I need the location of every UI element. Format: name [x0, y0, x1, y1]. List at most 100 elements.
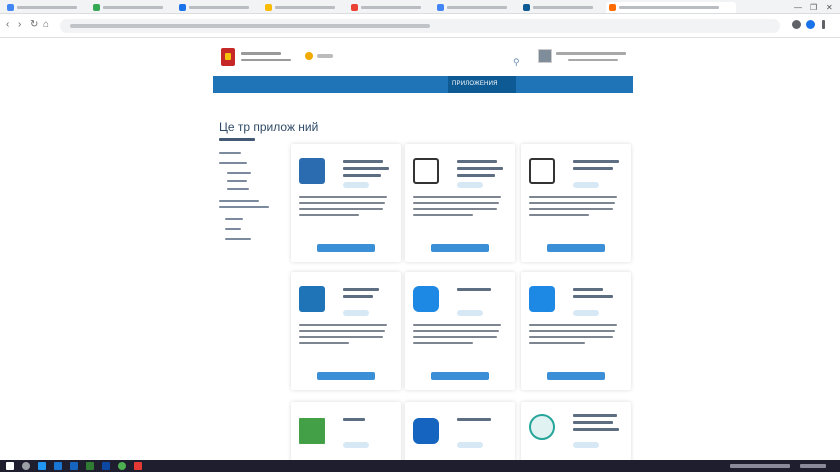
tab-title: [189, 6, 249, 9]
menu-icon[interactable]: [822, 20, 825, 29]
chat-icon: [413, 418, 439, 444]
main-navigation: ПРИЛОЖЕНИЯ: [213, 76, 633, 93]
browser-tab-active[interactable]: [606, 2, 736, 13]
browser-tab[interactable]: [4, 2, 86, 13]
app-card-description: [299, 214, 359, 216]
user-name[interactable]: [556, 52, 626, 55]
chrome-icon[interactable]: [118, 462, 126, 470]
mail-app-icon[interactable]: [102, 462, 110, 470]
explorer-icon[interactable]: [70, 462, 78, 470]
app-card-button[interactable]: [431, 244, 489, 252]
sidebar-heading: [219, 138, 255, 141]
app-card-description: [413, 196, 501, 198]
app-card-button[interactable]: [431, 372, 489, 380]
nav-item[interactable]: [347, 76, 387, 93]
app-card-description: [299, 336, 383, 338]
app-card-button[interactable]: [547, 372, 605, 380]
tab-favicon-icon: [7, 4, 14, 11]
sidebar-item[interactable]: [219, 206, 269, 208]
browser-tab-bar: — ❐ ✕: [0, 0, 840, 14]
app-card-description: [413, 214, 473, 216]
app-card[interactable]: [521, 144, 631, 262]
app-card[interactable]: [521, 402, 631, 466]
brand-title[interactable]: [241, 52, 281, 55]
app-card[interactable]: [405, 272, 515, 390]
edge-icon[interactable]: [54, 462, 62, 470]
app-card-description: [529, 196, 617, 198]
task-view-icon[interactable]: [38, 462, 46, 470]
start-icon[interactable]: [6, 462, 14, 470]
coat-of-arms-icon[interactable]: [221, 48, 235, 66]
browser-tab[interactable]: [348, 2, 430, 13]
app-card-title: [457, 167, 503, 170]
sidebar-item[interactable]: [225, 238, 251, 240]
app-icon[interactable]: [134, 462, 142, 470]
system-tray[interactable]: [730, 464, 790, 468]
app-card[interactable]: [291, 402, 401, 466]
app-card[interactable]: [291, 144, 401, 262]
app-card-tag: [573, 310, 599, 316]
star-icon[interactable]: [792, 20, 801, 29]
app-card-tag: [573, 182, 599, 188]
nav-item[interactable]: [395, 76, 437, 93]
app-card-description: [299, 330, 385, 332]
map-icon: [529, 414, 555, 440]
building-icon: [529, 286, 555, 312]
nav-item-applications[interactable]: ПРИЛОЖЕНИЯ: [448, 76, 516, 93]
browser-tab[interactable]: [434, 2, 516, 13]
reload-icon[interactable]: ↻: [30, 19, 38, 31]
app-card-tag: [343, 442, 369, 448]
app-card-title: [573, 295, 613, 298]
browser-tab[interactable]: [90, 2, 172, 13]
store-icon[interactable]: [86, 462, 94, 470]
address-url: [70, 24, 430, 28]
clock[interactable]: [800, 464, 826, 468]
close-window-button[interactable]: ✕: [826, 3, 833, 12]
app-card-title: [457, 418, 491, 421]
app-card[interactable]: [291, 272, 401, 390]
nav-item[interactable]: [317, 76, 339, 93]
app-card-title: [343, 174, 381, 177]
home-icon[interactable]: ⌂: [43, 19, 49, 31]
address-bar[interactable]: [60, 19, 780, 33]
sidebar-item[interactable]: [219, 152, 241, 154]
sun-icon: [305, 52, 313, 60]
app-card-description: [413, 202, 499, 204]
browser-tab[interactable]: [520, 2, 602, 13]
app-card-title: [573, 428, 619, 431]
nav-item[interactable]: [287, 76, 309, 93]
nav-item[interactable]: [217, 76, 281, 93]
sidebar-item[interactable]: [219, 200, 259, 202]
sidebar-item[interactable]: [227, 172, 251, 174]
sidebar-item[interactable]: [227, 188, 249, 190]
app-card-tag: [343, 310, 369, 316]
back-icon[interactable]: ‹: [6, 19, 9, 31]
app-card[interactable]: [405, 402, 515, 466]
sidebar-item[interactable]: [225, 218, 243, 220]
app-card-title: [573, 414, 617, 417]
app-card[interactable]: [521, 272, 631, 390]
sidebar-item[interactable]: [225, 228, 241, 230]
app-card-description: [413, 324, 501, 326]
sidebar-item[interactable]: [219, 162, 247, 164]
app-card-title: [343, 167, 389, 170]
app-card-tag: [457, 310, 483, 316]
app-card-description: [299, 196, 387, 198]
browser-tab[interactable]: [176, 2, 258, 13]
search-icon[interactable]: ⚲: [513, 57, 520, 68]
tab-favicon-icon: [437, 4, 444, 11]
sidebar-item[interactable]: [227, 180, 247, 182]
forward-icon[interactable]: ›: [18, 19, 21, 31]
app-card-button[interactable]: [317, 244, 375, 252]
maximize-button[interactable]: ❐: [810, 3, 817, 12]
search-icon[interactable]: [22, 462, 30, 470]
app-card[interactable]: [405, 144, 515, 262]
app-card-title: [457, 160, 497, 163]
avatar[interactable]: [538, 49, 552, 63]
browser-tab[interactable]: [262, 2, 344, 13]
extension-icon[interactable]: [806, 20, 815, 29]
app-card-button[interactable]: [317, 372, 375, 380]
app-card-button[interactable]: [547, 244, 605, 252]
tab-title: [103, 6, 163, 9]
minimize-button[interactable]: —: [794, 3, 802, 12]
